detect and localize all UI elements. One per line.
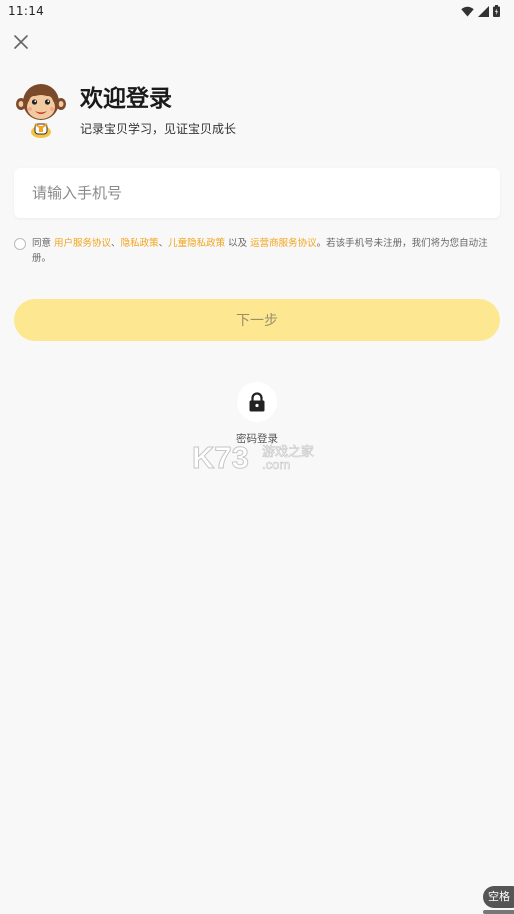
child-privacy-policy-link[interactable]: 儿童隐私政策 <box>168 238 225 249</box>
watermark-domain: .com <box>262 457 290 472</box>
agreement-text: 同意 用户服务协议、隐私政策、儿童隐私政策 以及 运营商服务协议。若该手机号未注… <box>32 236 496 266</box>
agreement-separator: 以及 <box>225 238 251 249</box>
carrier-service-agreement-link[interactable]: 运营商服务协议 <box>250 238 317 249</box>
k73-watermark-logo: K73 游戏之家 .com <box>192 440 314 472</box>
wifi-icon <box>461 6 474 16</box>
gesture-nav-bar[interactable] <box>483 910 514 914</box>
welcome-title: 欢迎登录 <box>80 85 172 112</box>
status-time: 11:14 <box>8 4 45 18</box>
lock-circle <box>237 382 277 422</box>
agreement-row: 同意 用户服务协议、隐私政策、儿童隐私政策 以及 运营商服务协议。若该手机号未注… <box>14 236 496 266</box>
status-icons <box>461 5 500 17</box>
close-icon <box>14 35 28 49</box>
status-bar: 11:14 <box>0 0 514 22</box>
welcome-text: 欢迎登录 记录宝贝学习，见证宝贝成长 <box>80 84 236 137</box>
next-step-button[interactable]: 下一步 <box>14 299 500 341</box>
welcome-subtitle: 记录宝贝学习，见证宝贝成长 <box>80 121 237 136</box>
password-login-button[interactable]: 密码登录 <box>227 382 287 446</box>
close-button[interactable] <box>10 31 32 53</box>
welcome-header: 欢迎登录 记录宝贝学习，见证宝贝成长 <box>16 82 236 138</box>
phone-field-container <box>14 168 500 218</box>
agreement-separator: 、 <box>158 238 169 249</box>
user-service-agreement-link[interactable]: 用户服务协议 <box>54 238 111 249</box>
battery-icon <box>493 5 500 17</box>
agree-checkbox[interactable] <box>14 238 26 250</box>
phone-input[interactable] <box>14 168 500 218</box>
space-key-hint[interactable]: 空格 <box>483 886 514 908</box>
privacy-policy-link[interactable]: 隐私政策 <box>121 238 159 249</box>
monkey-mascot-icon <box>16 84 66 138</box>
agreement-prefix: 同意 <box>32 238 55 249</box>
agreement-separator: 、 <box>111 238 121 249</box>
watermark-brand: K73 <box>192 440 249 472</box>
lock-icon <box>249 392 265 412</box>
signal-icon <box>478 5 489 17</box>
